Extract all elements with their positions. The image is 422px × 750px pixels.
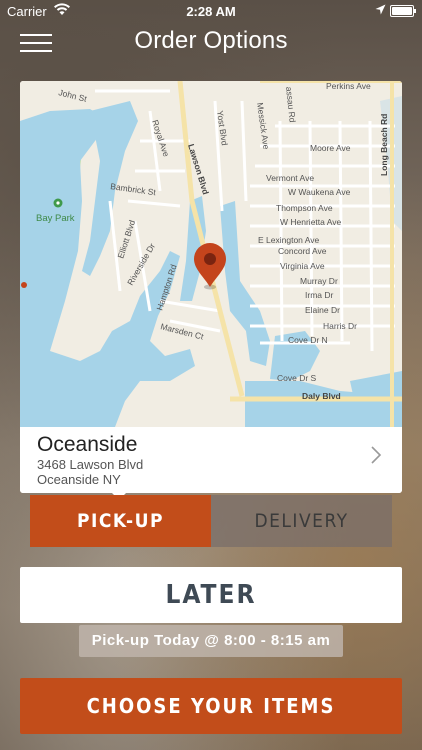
store-name: Oceanside — [37, 433, 138, 456]
pickup-tab[interactable]: PICK-UP — [30, 495, 211, 547]
delivery-tab[interactable]: DELIVERY — [211, 495, 392, 547]
pickup-time-label: Pick-up Today @ 8:00 - 8:15 am — [79, 625, 343, 657]
choose-items-button[interactable]: CHOOSE YOUR ITEMS — [20, 678, 402, 734]
store-map[interactable]: John St Royal Ave Lawson Blvd Yost Blvd … — [20, 81, 402, 427]
map-label-thompson-ave: Thompson Ave — [276, 203, 333, 213]
map-label-harris-dr: Harris Dr — [323, 321, 357, 331]
map-label-perkins-ave: Perkins Ave — [326, 81, 371, 91]
map-label-w-henrietta-ave: W Henrietta Ave — [280, 217, 342, 227]
map-label-vermont-ave: Vermont Ave — [266, 173, 314, 183]
store-location-row[interactable]: Oceanside 3468 Lawson Blvd Oceanside NY — [20, 427, 402, 493]
page-title: Order Options — [134, 27, 288, 54]
order-type-toggle: PICK-UP DELIVERY — [30, 495, 392, 547]
store-address-line1: 3468 Lawson Blvd — [37, 457, 144, 472]
map-label-w-waukena-ave: W Waukena Ave — [288, 187, 351, 197]
park-marker-icon — [53, 198, 63, 208]
status-bar: Carrier 2:28 AM — [0, 0, 422, 22]
battery-icon — [390, 5, 416, 17]
map-label-cove-dr-n: Cove Dr N — [288, 335, 328, 345]
map-label-virginia-ave: Virginia Ave — [280, 261, 325, 271]
later-button[interactable]: LATER — [20, 567, 402, 623]
map-label-bay-park: Bay Park — [36, 213, 75, 224]
store-address-line2: Oceanside NY — [37, 472, 121, 487]
map-label-cove-dr-s: Cove Dr S — [277, 373, 317, 383]
map-label-elaine-dr: Elaine Dr — [305, 305, 340, 315]
location-arrow-icon — [375, 3, 386, 18]
map-label-moore-ave: Moore Ave — [310, 143, 351, 153]
store-card: John St Royal Ave Lawson Blvd Yost Blvd … — [20, 81, 402, 493]
map-label-daly-blvd: Daly Blvd — [302, 391, 341, 401]
map-label-murray-dr: Murray Dr — [300, 276, 338, 286]
map-label-irma-dr: Irma Dr — [305, 290, 334, 300]
chevron-right-icon — [370, 445, 382, 470]
status-time: 2:28 AM — [186, 4, 236, 19]
map-label-long-beach-rd: Long Beach Rd — [379, 114, 389, 176]
map-label-concord-ave: Concord Ave — [278, 246, 327, 256]
map-label-e-lexington-ave: E Lexington Ave — [258, 235, 320, 245]
